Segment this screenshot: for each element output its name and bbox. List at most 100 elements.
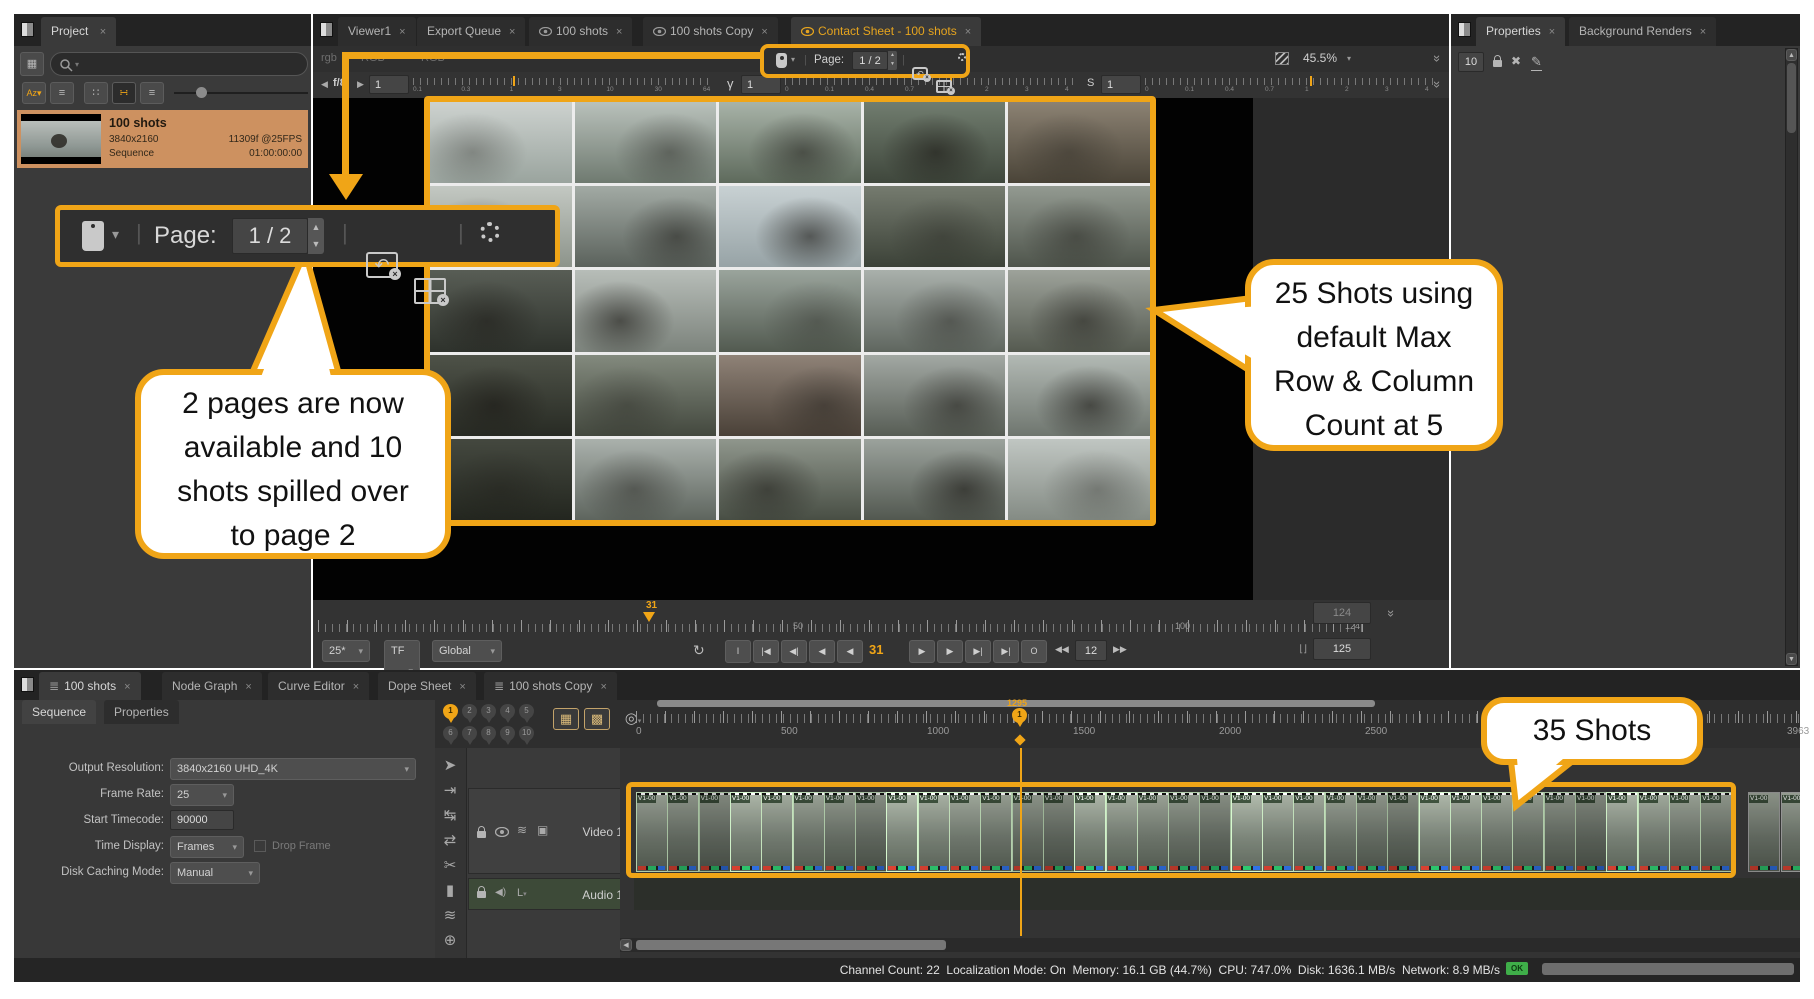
zoom-level[interactable]: 45.5% — [1303, 51, 1337, 65]
clear-contact-sheet-icon[interactable]: × — [414, 278, 446, 304]
timeline-clip[interactable]: V1-00 — [1781, 792, 1800, 872]
properties-scrollbar[interactable]: ▲ ▼ — [1785, 48, 1798, 666]
transport-button-right-2[interactable]: ▶| — [965, 640, 991, 663]
close-icon[interactable]: × — [509, 26, 515, 38]
output-resolution-select[interactable]: 3840x2160 UHD_4K▾ — [170, 758, 416, 780]
exposure-input[interactable]: 1 — [369, 75, 409, 94]
saturation-input[interactable]: 1 — [1101, 75, 1141, 94]
tab-timeline-100-shots[interactable]: ≣100 shots× — [39, 672, 141, 700]
contact-sheet-shot[interactable] — [1008, 186, 1150, 267]
skip-fwd-button[interactable]: ▶▶ — [1113, 644, 1127, 655]
razor-tool-icon[interactable]: ▮ — [435, 881, 465, 899]
saturation-slider[interactable] — [1145, 78, 1435, 85]
detail-view-button[interactable]: ∺ — [112, 82, 136, 104]
blend-icon[interactable]: ▣ — [537, 823, 548, 837]
contact-sheet-shot[interactable] — [864, 270, 1006, 351]
transport-button-left-4[interactable]: ◀ — [837, 640, 863, 663]
contact-sheet-shot[interactable] — [575, 355, 717, 436]
contact-sheet-shot[interactable] — [864, 186, 1006, 267]
exposure-slider[interactable] — [413, 78, 713, 85]
close-icon[interactable]: × — [459, 681, 465, 693]
sync-tool-icon[interactable]: ⊕ — [435, 931, 465, 949]
close-icon[interactable]: × — [600, 681, 606, 693]
timeline-clip[interactable]: V1-00 — [1748, 792, 1780, 872]
tab-export-queue[interactable]: Export Queue× — [417, 17, 525, 46]
tab-properties[interactable]: Properties× — [1476, 17, 1565, 46]
audio-channel-label[interactable]: L▾ — [517, 887, 527, 899]
panel-limit-field[interactable]: 10 — [1458, 52, 1484, 72]
time-display-select[interactable]: Frames▾ — [170, 836, 244, 858]
slide-tool-icon[interactable]: ✂ — [435, 856, 465, 874]
bottom-scrollbar-thumb[interactable] — [1542, 963, 1794, 975]
tab-dope-sheet[interactable]: Dope Sheet× — [378, 672, 476, 700]
contact-sheet-shot[interactable] — [719, 355, 861, 436]
timeline-hscrollbar[interactable]: ◀ — [620, 938, 1800, 952]
marker-pin-5[interactable]: 5 — [519, 704, 534, 719]
tab-project[interactable]: Project × — [41, 17, 116, 46]
expand-chevron-icon[interactable]: » — [1384, 610, 1399, 617]
settings-gear-icon[interactable] — [958, 53, 966, 61]
select-tool-icon[interactable]: ➤ — [435, 756, 465, 774]
pane-icon[interactable] — [320, 22, 333, 37]
zoom-dropdown-icon[interactable]: ▾ — [1347, 54, 1351, 63]
close-icon[interactable]: × — [761, 26, 767, 38]
frame-rate-select[interactable]: 25▾ — [170, 784, 234, 806]
tab-timeline-100-shots-copy[interactable]: ≣100 shots Copy× — [484, 672, 617, 700]
transport-button-left-3[interactable]: ◀ — [809, 640, 835, 663]
search-dropdown-icon[interactable]: ▾ — [75, 60, 79, 69]
pane-icon[interactable] — [21, 22, 34, 37]
page-spinner[interactable]: ▲ ▼ — [308, 218, 324, 254]
contact-sheet-shot[interactable] — [864, 439, 1006, 520]
close-icon[interactable]: × — [965, 26, 971, 38]
contact-sheet-shot[interactable] — [1008, 355, 1150, 436]
viewer-frame-ruler[interactable]: 50 100 124 31 124 » — [313, 600, 1449, 634]
pane-icon[interactable] — [21, 677, 34, 692]
page-spinner[interactable]: ▲ ▼ — [888, 51, 897, 70]
pane-icon[interactable] — [1458, 22, 1471, 37]
contact-sheet-shot[interactable] — [1008, 439, 1150, 520]
contact-sheet-shot[interactable] — [864, 355, 1006, 436]
thumb-size-slider-handle[interactable] — [196, 87, 207, 98]
timeline-hscrollbar-thumb[interactable] — [636, 940, 946, 950]
lock-icon[interactable] — [477, 831, 486, 838]
close-icon[interactable]: × — [100, 26, 106, 38]
page-field[interactable]: 1 / 2 — [232, 218, 308, 254]
subtab-properties[interactable]: Properties — [104, 700, 179, 724]
tag-dropdown-icon[interactable]: ▾ — [791, 55, 795, 64]
disk-caching-select[interactable]: Manual▾ — [170, 862, 260, 884]
tag-icon[interactable] — [776, 53, 787, 68]
contact-sheet-shot[interactable] — [719, 102, 861, 183]
tag-icon[interactable] — [82, 221, 104, 251]
tab-viewer1[interactable]: Viewer1× — [338, 17, 416, 46]
contact-sheet-shot[interactable] — [430, 270, 572, 351]
slip-tool-icon[interactable]: ⇄ — [435, 831, 465, 849]
close-all-panels-icon[interactable]: ✖ — [1511, 54, 1521, 68]
tab-node-graph[interactable]: Node Graph× — [162, 672, 262, 700]
channel-select[interactable]: rgb — [321, 52, 337, 64]
lock-icon[interactable] — [477, 891, 486, 898]
exposure-prev-icon[interactable]: ◀ — [321, 79, 328, 90]
collapse-chevron-icon[interactable]: » — [1430, 55, 1445, 62]
current-frame[interactable]: 31 — [869, 642, 883, 657]
tab-100-shots-copy[interactable]: 100 shots Copy× — [643, 17, 778, 46]
close-icon[interactable]: × — [1700, 26, 1706, 38]
tab-100-shots[interactable]: 100 shots× — [529, 17, 632, 46]
skip-back-button[interactable]: ◀◀ — [1055, 644, 1069, 655]
transport-button-right-0[interactable]: ▶ — [909, 640, 935, 663]
project-item[interactable]: 100 shots 3840x2160 Sequence 11309f @25F… — [17, 110, 308, 168]
speaker-icon[interactable]: ◀) — [495, 887, 506, 898]
contact-sheet-shot[interactable] — [430, 439, 572, 520]
close-icon[interactable]: × — [353, 681, 359, 693]
transport-button-right-1[interactable]: ▶ — [937, 640, 963, 663]
contact-sheet-shot[interactable] — [1008, 270, 1150, 351]
contact-sheet-shot[interactable] — [575, 270, 717, 351]
contact-sheet-shot[interactable] — [719, 186, 861, 267]
page-field[interactable]: 1 / 2 — [852, 51, 888, 70]
tag-dropdown-icon[interactable]: ▾ — [112, 226, 119, 243]
transport-button-left-1[interactable]: |◀ — [753, 640, 779, 663]
start-timecode-input[interactable]: 90000 — [170, 810, 234, 830]
close-icon[interactable]: × — [616, 26, 622, 38]
list-view-button[interactable]: ≡ — [140, 82, 164, 104]
marker-pin-4[interactable]: 4 — [500, 704, 515, 719]
contact-sheet-shot[interactable] — [575, 102, 717, 183]
